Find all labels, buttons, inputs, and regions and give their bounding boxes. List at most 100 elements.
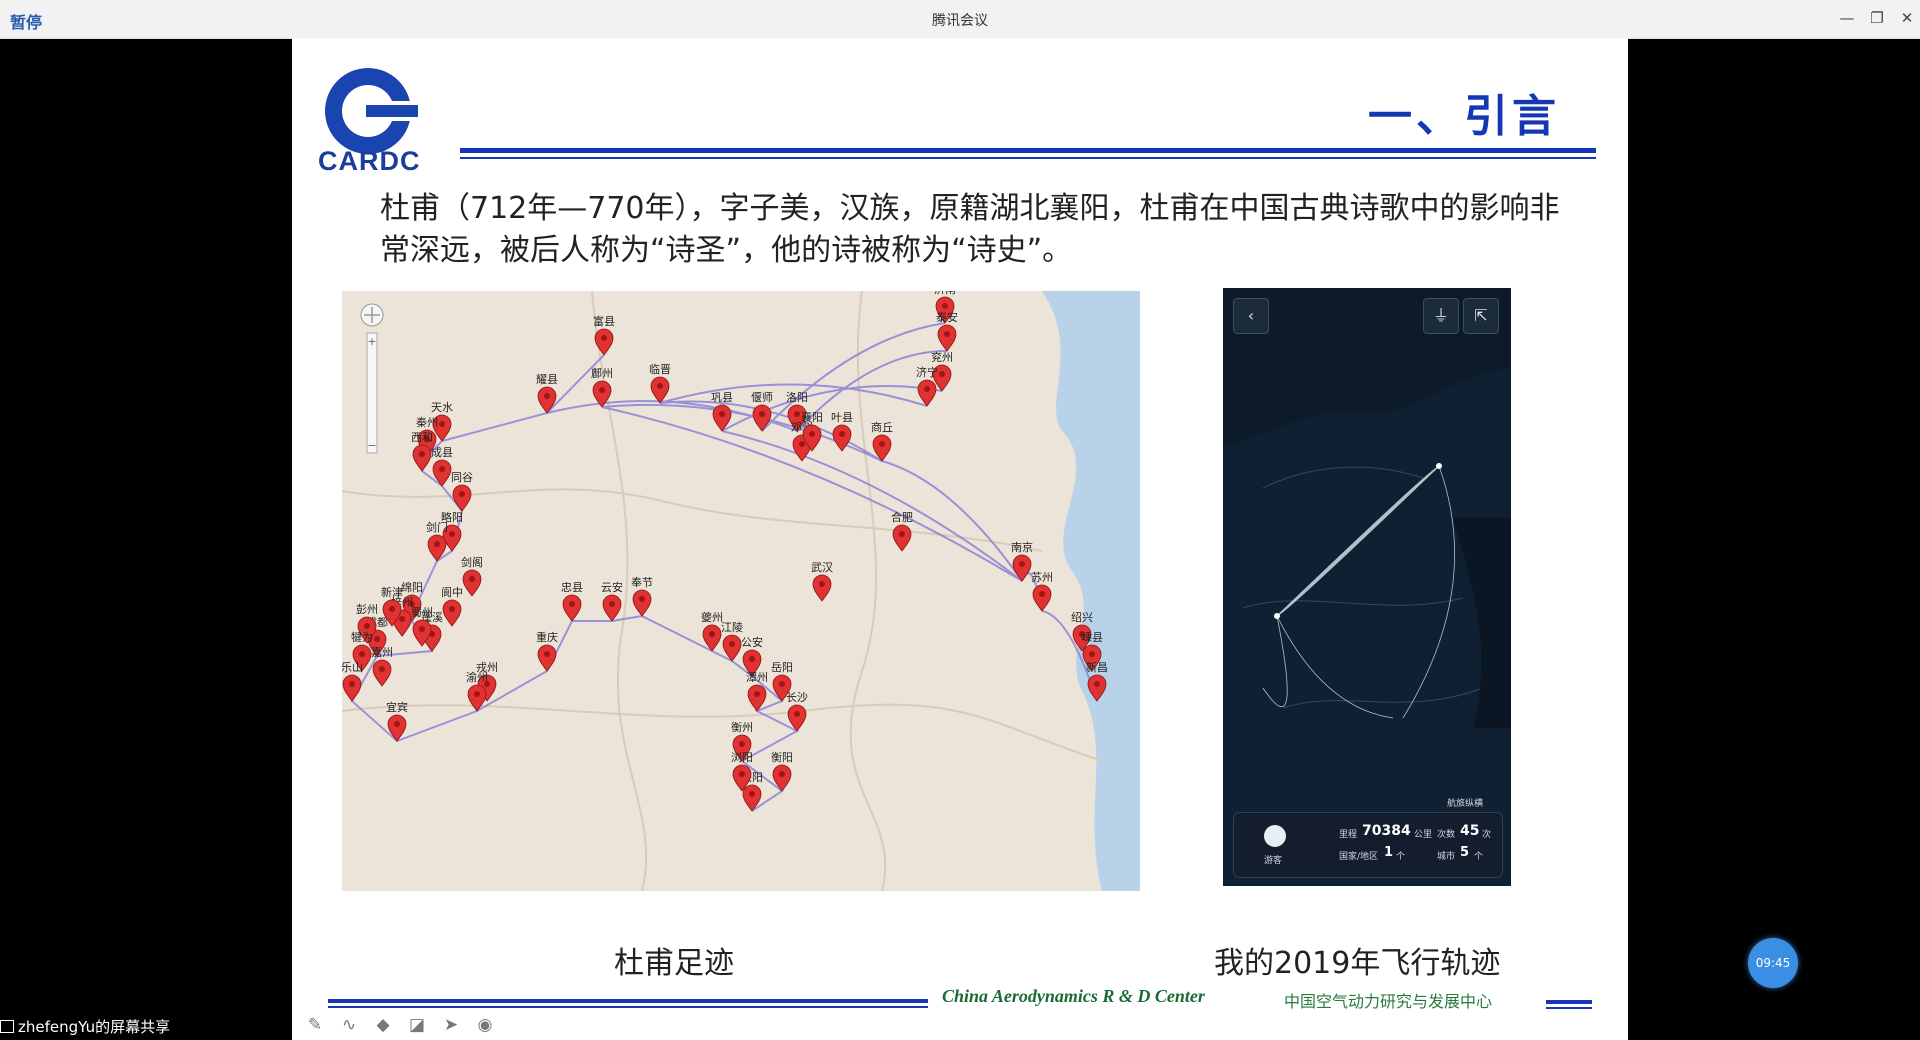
map-pin-label: 天水 (431, 401, 453, 414)
map-pin-label: 临晋 (649, 362, 671, 376)
svg-text:+: + (367, 335, 376, 348)
map-pin-label: 嵊县 (1081, 631, 1103, 644)
region-label: 国家/地区 (1339, 852, 1379, 862)
region-unit: 个 (1396, 852, 1406, 862)
title-rule-thin (460, 157, 1596, 159)
map-pin-label: 蜀州 (411, 606, 433, 619)
map-pin-label: 同谷 (451, 471, 473, 484)
map-pin-label: 新津 (381, 585, 403, 599)
pen-icon[interactable]: ✎ (304, 1014, 326, 1036)
restore-button[interactable]: ❐ (1864, 6, 1890, 30)
map-pin-label: 嘉州 (371, 645, 393, 659)
map-pin-label: 江陵 (721, 621, 743, 634)
map-pin-label: 剑门 (426, 520, 448, 534)
window-titlebar: 暂停 腾讯会议 — ❐ ✕ (0, 0, 1920, 39)
map-svg: 济南泰安富县耀县鄜州临晋巩县偃师洛阳商丘兖州济宁天水秦州西和成县同谷略阳剑门剑阁… (342, 291, 1140, 891)
map-pin-label: 乐山 (342, 661, 363, 674)
map-pin-label: 阆中 (441, 585, 463, 599)
map-pin-label: 衡阳 (771, 751, 793, 764)
map-pin-label: 泰安 (936, 310, 958, 324)
dufu-footprint-map: 济南泰安富县耀县鄜州临晋巩县偃师洛阳商丘兖州济宁天水秦州西和成县同谷略阳剑门剑阁… (342, 291, 1140, 891)
distance-label: 里程 (1339, 830, 1358, 840)
user-name: 游客 (1264, 856, 1283, 866)
map-pin-label: 浏阳 (731, 750, 753, 764)
pointer-icon[interactable]: ➤ (440, 1014, 462, 1036)
flight-track-phone: ‹ ⏚ ⇱ 航旅纵横 游客 里程 70384 公里 次数 45 次 国家/地区 … (1223, 288, 1511, 886)
map-pin-label: 巩县 (711, 391, 733, 404)
footer-org-en: China Aerodynamics R & D Center (942, 986, 1205, 1006)
map-pin-label: 耀县 (536, 373, 558, 386)
map-pin-label: 鄜州 (591, 366, 613, 380)
distance-unit: 公里 (1414, 830, 1433, 840)
footer-rule-left (328, 999, 928, 1003)
map-pin-label: 云安 (601, 580, 623, 594)
map-pin-label: 秦州 (416, 415, 438, 429)
map-pin-label: 潭州 (746, 671, 768, 684)
map-pin-label: 新昌 (1086, 660, 1108, 674)
map-pin-label: 宜宾 (386, 700, 408, 714)
map-pin-label: 剑阁 (461, 555, 483, 569)
svg-text:−: − (367, 439, 376, 452)
map-pin-label: 武汉 (811, 561, 833, 574)
region-value: 1 (1384, 845, 1394, 860)
count-unit: 次 (1482, 830, 1492, 840)
map-pin-label: 襄阳 (801, 410, 823, 424)
map-pin-label: 南京 (1011, 540, 1033, 554)
map-pin-label: 西和 (411, 431, 433, 444)
screen-share-text: zhefengYu的屏幕共享 (18, 1018, 171, 1036)
user-avatar (1264, 825, 1286, 847)
map-pin-label: 岳阳 (771, 661, 793, 674)
map-caption: 杜甫足迹 (614, 946, 734, 981)
curve-icon[interactable]: ∿ (338, 1014, 360, 1036)
map-pin-label: 夔州 (701, 610, 723, 624)
map-pin-label: 洛阳 (786, 390, 808, 404)
map-pin-label: 衡州 (731, 721, 753, 734)
map-pin-label: 绍兴 (1071, 610, 1093, 624)
map-pin-label: 济宁 (916, 365, 938, 379)
close-button[interactable]: ✕ (1894, 6, 1920, 30)
logo-text: CARDC (318, 146, 421, 176)
map-pin-label: 合肥 (891, 510, 913, 524)
shared-slide: CARDC 一、引言 杜甫（712年—770年），字子美，汉族，原籍湖北襄阳，杜… (292, 38, 1628, 1040)
footer-rule-left-thin (328, 1006, 928, 1008)
phone-filter-button[interactable]: ⏚ (1423, 298, 1459, 334)
count-value: 45 (1460, 823, 1480, 839)
slide-title: 一、引言 (1368, 91, 1560, 142)
map-pin-label: 苏州 (1031, 571, 1053, 584)
map-pin-label: 叶县 (831, 411, 853, 424)
phone-share-button[interactable]: ⇱ (1463, 298, 1499, 334)
map-pin-label: 富县 (593, 314, 615, 328)
map-pin-label: 绵阳 (401, 580, 423, 594)
map-pin-label: 偃师 (751, 390, 773, 404)
record-icon[interactable]: ◉ (474, 1014, 496, 1036)
map-pin-label: 忠县 (561, 581, 583, 594)
minimize-button[interactable]: — (1834, 6, 1860, 30)
footer-rule-right-thin (1546, 1007, 1592, 1009)
title-rule (460, 148, 1596, 153)
map-pin-label: 长沙 (786, 691, 808, 704)
eraser-icon[interactable]: ◪ (406, 1014, 428, 1036)
phone-brand: 航旅纵横 (1447, 799, 1484, 809)
window-title: 腾讯会议 (932, 13, 988, 29)
city-value: 5 (1460, 845, 1470, 860)
flight-stats-card: 游客 里程 70384 公里 次数 45 次 国家/地区 1 个 城市 5 个 (1233, 812, 1503, 878)
intro-text: 杜甫（712年—770年），字子美，汉族，原籍湖北襄阳，杜甫在中国古典诗歌中的影… (380, 191, 1560, 268)
screen-share-icon (0, 1020, 14, 1033)
city-unit: 个 (1474, 852, 1484, 862)
city-label: 城市 (1437, 852, 1456, 862)
annotation-toolbar: ✎ ∿ ◆ ◪ ➤ ◉ (304, 1010, 496, 1040)
highlighter-icon[interactable]: ◆ (372, 1014, 394, 1036)
map-pin-label: 重庆 (536, 630, 558, 644)
map-pin-label: 犍为 (351, 631, 373, 644)
meeting-clock[interactable]: 09:45 (1748, 938, 1798, 988)
phone-back-button[interactable]: ‹ (1233, 298, 1269, 334)
map-pin-label: 渝州 (466, 670, 488, 684)
map-pin-label: 彭州 (356, 602, 378, 616)
screen-share-label: zhefengYu的屏幕共享 (0, 1016, 170, 1037)
map-pin-label: 公安 (741, 635, 763, 649)
footer-rule-right (1546, 1000, 1592, 1004)
map-pin-label: 奉节 (631, 575, 653, 589)
map-pin-label: 兖州 (931, 350, 953, 364)
map-pin-label: 商丘 (871, 420, 893, 434)
footer-org-cn: 中国空气动力研究与发展中心 (1284, 992, 1493, 1011)
